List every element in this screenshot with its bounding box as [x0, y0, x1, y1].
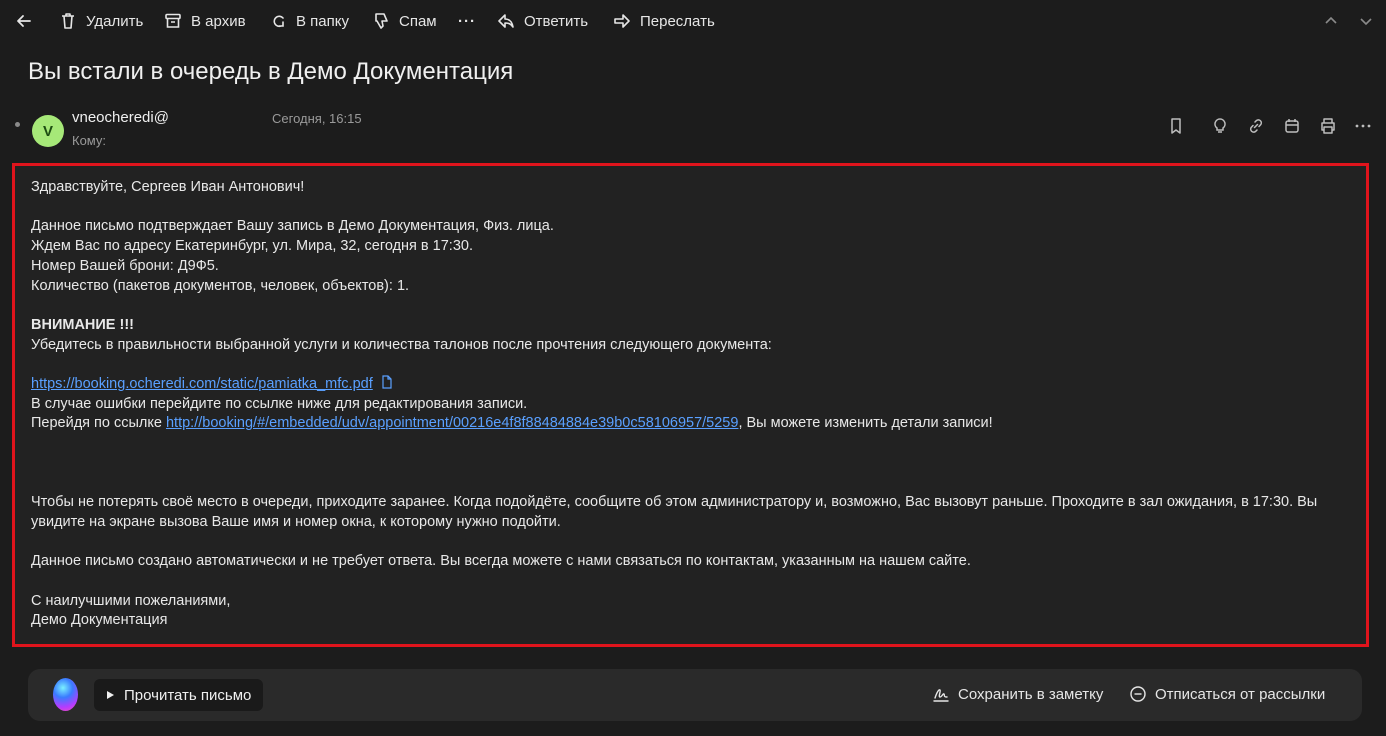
previous-message-button[interactable] [1322, 10, 1340, 32]
auto-notice-line: Данное письмо создано автоматически и не… [31, 553, 971, 570]
forward-button[interactable]: Переслать [612, 10, 715, 32]
copy-link-button[interactable] [1245, 115, 1267, 137]
pdf-link[interactable]: https://booking.ocheredi.com/static/pami… [31, 376, 373, 392]
archive-label: В архив [191, 12, 246, 30]
save-to-note-button[interactable]: Сохранить в заметку [932, 685, 1103, 703]
edit-appointment-link[interactable]: http://booking/#/embedded/udv/appointmen… [166, 415, 738, 431]
error-instruction-line: В случае ошибки перейдите по ссылке ниже… [31, 395, 528, 412]
unsubscribe-button[interactable]: Отписаться от рассылки [1129, 685, 1325, 703]
move-to-folder-label: В папку [296, 12, 349, 30]
spam-label: Спам [399, 12, 437, 30]
forward-icon [614, 14, 630, 28]
voice-assistant-icon[interactable] [53, 678, 78, 711]
reply-label: Ответить [524, 12, 589, 30]
save-to-note-label: Сохранить в заметку [958, 685, 1104, 703]
minus-circle-icon [1130, 686, 1146, 702]
signature-line: Демо Документация [31, 612, 168, 629]
edit-link-line: Перейдя по ссылке http://booking/#/embed… [31, 414, 1361, 434]
add-to-calendar-button[interactable] [1281, 115, 1303, 137]
read-aloud-button[interactable]: Прочитать письмо [94, 679, 264, 711]
unread-dot[interactable] [15, 122, 20, 127]
message-body: Здравствуйте, Сергеев Иван Антонович! Да… [12, 163, 1369, 647]
printer-icon [1321, 118, 1335, 134]
more-dots-icon: ··· [458, 12, 476, 30]
next-message-button[interactable] [1357, 10, 1375, 32]
back-button[interactable] [14, 10, 34, 32]
forward-label: Переслать [640, 12, 715, 30]
trash-icon [62, 13, 74, 29]
message-toolbar: Удалить В архив В папку Спам ··· Ответит… [0, 0, 1386, 42]
message-subject: Вы встали в очередь в Демо Документация [28, 58, 514, 85]
sender-address[interactable]: vneocheredi@ [72, 109, 169, 126]
thumbs-down-icon [375, 13, 388, 29]
print-button[interactable] [1317, 115, 1339, 137]
assistant-bar: Прочитать письмо Сохранить в заметку Отп… [28, 669, 1362, 721]
address-line: Ждем Вас по адресу Екатеринбург, ул. Мир… [31, 238, 473, 255]
bookmark-icon [1171, 118, 1181, 134]
move-folder-icon [273, 15, 284, 28]
attention-heading: ВНИМАНИЕ !!! [31, 316, 134, 333]
reply-button[interactable]: Ответить [496, 10, 588, 32]
pdf-link-line: https://booking.ocheredi.com/static/pami… [31, 375, 1361, 395]
more-dots-icon [1355, 124, 1371, 128]
message-body-text: Здравствуйте, Сергеев Иван Антонович! Да… [31, 178, 1361, 631]
delete-label: Удалить [86, 12, 144, 30]
calendar-icon [1285, 119, 1299, 133]
greeting-line: Здравствуйте, Сергеев Иван Антонович! [31, 179, 305, 195]
edit-link-prefix: Перейдя по ссылке [31, 415, 166, 432]
message-date: Сегодня, 16:15 [272, 111, 362, 126]
recipient-label: Кому: [72, 133, 106, 148]
play-icon [107, 691, 114, 699]
delete-button[interactable]: Удалить [58, 10, 143, 32]
bookmark-button[interactable] [1165, 115, 1187, 137]
unsubscribe-label: Отписаться от рассылки [1155, 685, 1326, 703]
more-actions-button[interactable]: ··· [458, 10, 476, 32]
edit-link-suffix: , Вы можете изменить детали записи! [738, 415, 993, 432]
document-icon [382, 375, 392, 389]
chevron-down-icon [1360, 18, 1372, 26]
lightbulb-icon [1214, 118, 1226, 133]
spam-button[interactable]: Спам [371, 10, 437, 32]
advice-paragraph: Чтобы не потерять своё место в очереди, … [31, 494, 1318, 530]
confirmation-line: Данное письмо подтверждает Вашу запись в… [31, 218, 554, 235]
link-icon [1249, 119, 1263, 133]
arrow-left-icon [17, 15, 31, 27]
reply-icon [498, 14, 514, 28]
sender-avatar[interactable]: V [32, 115, 64, 147]
booking-number-line: Номер Вашей брони: Д9Ф5. [31, 257, 219, 274]
read-aloud-label: Прочитать письмо [124, 686, 252, 704]
check-instruction-line: Убедитесь в правильности выбранной услуг… [31, 336, 772, 353]
archive-button[interactable]: В архив [163, 10, 246, 32]
move-to-folder-button[interactable]: В папку [268, 10, 349, 32]
regards-line: С наилучшими пожеланиями, [31, 592, 231, 609]
archive-icon [165, 13, 181, 28]
summary-button[interactable] [1209, 115, 1231, 137]
quantity-line: Количество (пакетов документов, человек,… [31, 277, 410, 294]
chevron-up-icon [1325, 16, 1337, 24]
signature-icon [933, 689, 949, 702]
more-message-actions-button[interactable] [1352, 115, 1374, 137]
